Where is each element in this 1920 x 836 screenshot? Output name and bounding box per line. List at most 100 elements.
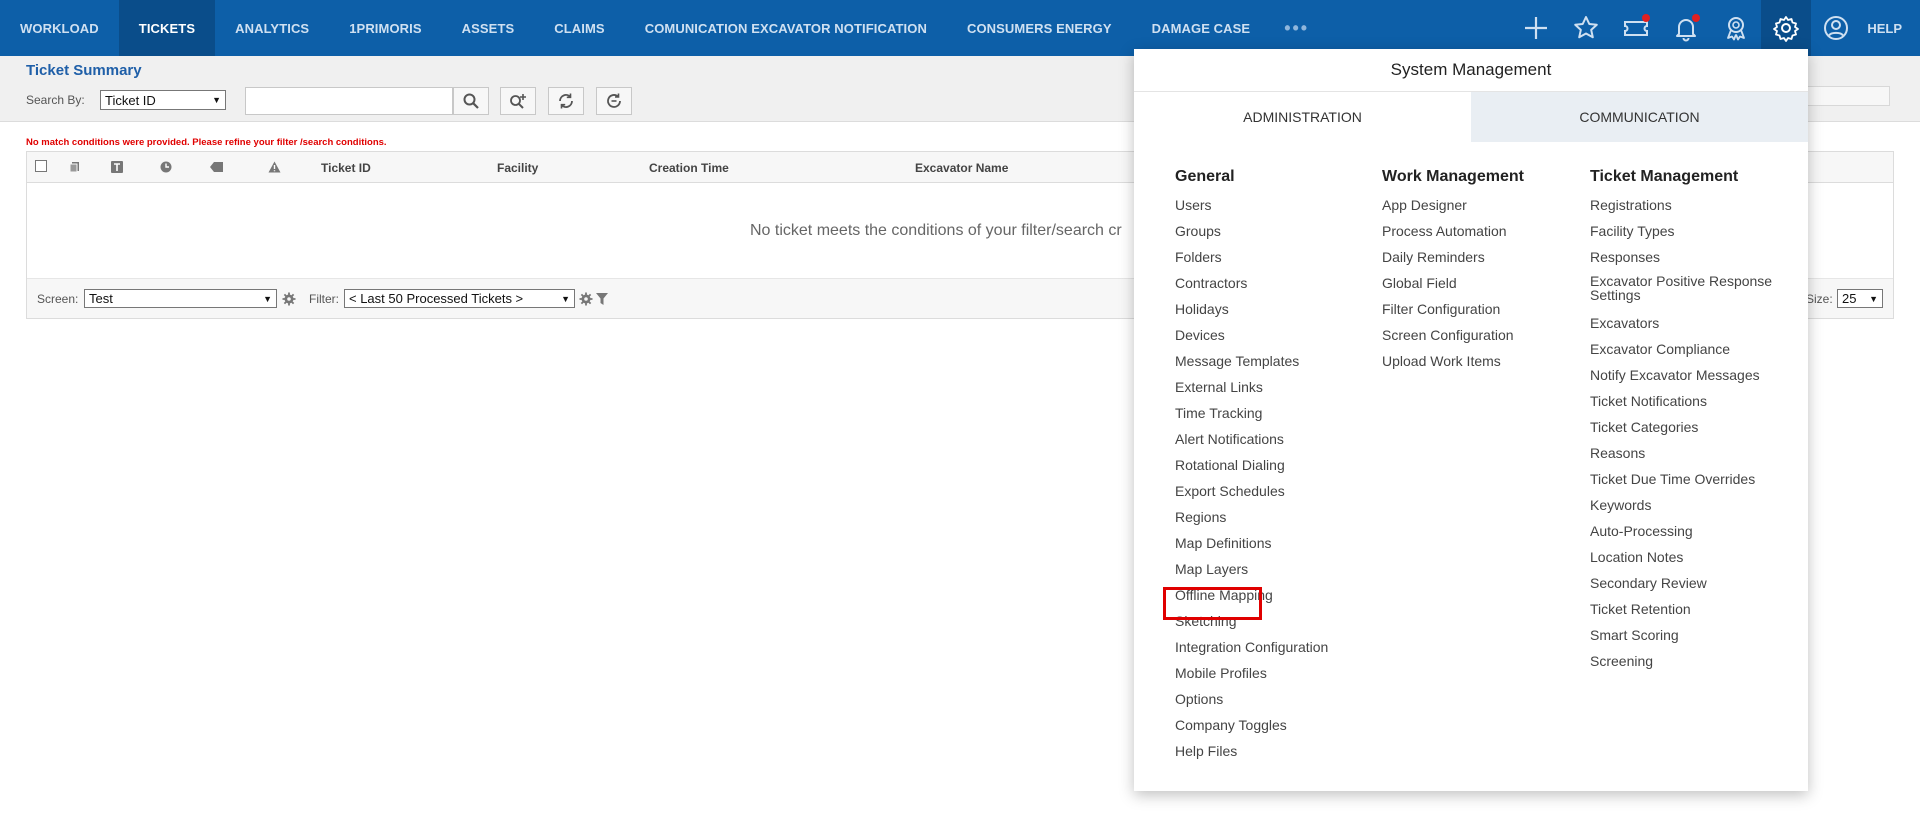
menu-item-external-links[interactable]: External Links: [1175, 378, 1328, 404]
ticket-management-column: Ticket Management Registrations Facility …: [1590, 168, 1780, 678]
menu-item-excavator-positive-response-settings[interactable]: Excavator Positive Response Settings: [1590, 274, 1780, 314]
system-management-menu: System Management ADMINISTRATION COMMUNI…: [1134, 49, 1808, 791]
tab-1primoris[interactable]: 1PRIMORIS: [329, 0, 441, 56]
menu-item-users[interactable]: Users: [1175, 196, 1328, 222]
menu-item-upload-work-items[interactable]: Upload Work Items: [1382, 352, 1524, 378]
search-by-value: Ticket ID: [105, 92, 156, 108]
menu-item-map-layers[interactable]: Map Layers: [1175, 560, 1328, 586]
page-size-select[interactable]: 25 ▼: [1837, 289, 1883, 308]
tab-claims[interactable]: CLAIMS: [534, 0, 624, 56]
menu-item-daily-reminders[interactable]: Daily Reminders: [1382, 248, 1524, 274]
menu-item-reasons[interactable]: Reasons: [1590, 444, 1780, 470]
view-select[interactable]: [1805, 86, 1890, 106]
award-icon[interactable]: [1711, 0, 1761, 56]
search-button[interactable]: [453, 87, 489, 115]
more-tabs-button[interactable]: •••: [1270, 0, 1323, 56]
menu-item-regions[interactable]: Regions: [1175, 508, 1328, 534]
tab-consumers-energy[interactable]: CONSUMERS ENERGY: [947, 0, 1132, 56]
chevron-down-icon: ▼: [263, 293, 272, 304]
select-all-checkbox[interactable]: [35, 160, 47, 172]
tab-tickets[interactable]: TICKETS: [118, 0, 216, 56]
advanced-search-button[interactable]: [500, 87, 536, 115]
menu-item-mobile-profiles[interactable]: Mobile Profiles: [1175, 664, 1328, 690]
warning-icon: [268, 161, 281, 173]
menu-item-notify-excavator-messages[interactable]: Notify Excavator Messages: [1590, 366, 1780, 392]
menu-item-ticket-notifications[interactable]: Ticket Notifications: [1590, 392, 1780, 418]
reset-button[interactable]: [596, 87, 632, 115]
user-circle-icon[interactable]: [1811, 0, 1861, 56]
menu-item-rotational-dialing[interactable]: Rotational Dialing: [1175, 456, 1328, 482]
menu-item-ticket-due-time-overrides[interactable]: Ticket Due Time Overrides: [1590, 470, 1780, 496]
tab-damage-case[interactable]: DAMAGE CASE: [1132, 0, 1271, 56]
star-icon[interactable]: [1561, 0, 1611, 56]
tab-communication[interactable]: COMMUNICATION: [1471, 92, 1808, 142]
menu-item-ticket-categories[interactable]: Ticket Categories: [1590, 418, 1780, 444]
search-by-select[interactable]: Ticket ID ▼: [100, 90, 226, 110]
menu-item-devices[interactable]: Devices: [1175, 326, 1328, 352]
filter-pin-icon[interactable]: [595, 292, 609, 306]
filter-settings-icon[interactable]: [579, 292, 593, 306]
menu-item-options[interactable]: Options: [1175, 690, 1328, 716]
menu-item-alert-notifications[interactable]: Alert Notifications: [1175, 430, 1328, 456]
menu-item-filter-configuration[interactable]: Filter Configuration: [1382, 300, 1524, 326]
menu-item-secondary-review[interactable]: Secondary Review: [1590, 574, 1780, 600]
column-header-excavator-name[interactable]: Excavator Name: [915, 161, 1008, 175]
menu-item-excavator-compliance[interactable]: Excavator Compliance: [1590, 340, 1780, 366]
menu-item-export-schedules[interactable]: Export Schedules: [1175, 482, 1328, 508]
menu-item-holidays[interactable]: Holidays: [1175, 300, 1328, 326]
menu-item-help-files[interactable]: Help Files: [1175, 742, 1328, 768]
help-link[interactable]: HELP: [1861, 0, 1920, 56]
menu-item-ticket-retention[interactable]: Ticket Retention: [1590, 600, 1780, 626]
nav-actions: HELP: [1511, 0, 1920, 56]
menu-item-registrations[interactable]: Registrations: [1590, 196, 1780, 222]
tab-assets[interactable]: ASSETS: [442, 0, 535, 56]
tab-administration[interactable]: ADMINISTRATION: [1134, 92, 1471, 142]
menu-item-groups[interactable]: Groups: [1175, 222, 1328, 248]
menu-item-facility-types[interactable]: Facility Types: [1590, 222, 1780, 248]
gear-icon[interactable]: [1761, 0, 1812, 56]
work-management-column: Work Management App Designer Process Auto…: [1382, 168, 1524, 378]
system-management-tabs: ADMINISTRATION COMMUNICATION: [1134, 92, 1808, 142]
menu-item-folders[interactable]: Folders: [1175, 248, 1328, 274]
top-navigation-bar: WORKLOAD TICKETS ANALYTICS 1PRIMORIS ASS…: [0, 0, 1920, 56]
page-size-value: 25: [1842, 291, 1857, 306]
menu-item-integration-configuration[interactable]: Integration Configuration: [1175, 638, 1328, 664]
screen-settings-icon[interactable]: [282, 292, 296, 306]
menu-item-responses[interactable]: Responses: [1590, 248, 1780, 274]
menu-item-keywords[interactable]: Keywords: [1590, 496, 1780, 522]
menu-item-location-notes[interactable]: Location Notes: [1590, 548, 1780, 574]
ticket-icon[interactable]: [1611, 0, 1661, 56]
menu-item-screening[interactable]: Screening: [1590, 652, 1780, 678]
highlight-box: [1163, 587, 1262, 620]
filter-select[interactable]: < Last 50 Processed Tickets > ▼: [344, 289, 575, 308]
column-header-creation-time[interactable]: Creation Time: [649, 161, 729, 175]
plus-icon[interactable]: [1511, 0, 1561, 56]
refresh-button[interactable]: [548, 87, 584, 115]
chevron-down-icon: ▼: [561, 293, 570, 304]
screen-value: Test: [89, 291, 113, 306]
menu-item-contractors[interactable]: Contractors: [1175, 274, 1328, 300]
search-icon: [463, 93, 479, 109]
screen-select[interactable]: Test ▼: [84, 289, 277, 308]
tab-workload[interactable]: WORKLOAD: [0, 0, 119, 56]
menu-item-screen-configuration[interactable]: Screen Configuration: [1382, 326, 1524, 352]
tag-icon: [210, 162, 223, 172]
menu-item-time-tracking[interactable]: Time Tracking: [1175, 404, 1328, 430]
page-size-label: Size:: [1806, 292, 1833, 306]
menu-item-auto-processing[interactable]: Auto-Processing: [1590, 522, 1780, 548]
column-header-facility[interactable]: Facility: [497, 161, 538, 175]
menu-item-excavators[interactable]: Excavators: [1590, 314, 1780, 340]
menu-item-smart-scoring[interactable]: Smart Scoring: [1590, 626, 1780, 652]
screen-label: Screen:: [37, 292, 79, 306]
menu-item-app-designer[interactable]: App Designer: [1382, 196, 1524, 222]
tab-comunication-excavator-notification[interactable]: COMUNICATION EXCAVATOR NOTIFICATION: [625, 0, 947, 56]
menu-item-process-automation[interactable]: Process Automation: [1382, 222, 1524, 248]
menu-item-message-templates[interactable]: Message Templates: [1175, 352, 1328, 378]
search-input[interactable]: [245, 87, 453, 115]
menu-item-map-definitions[interactable]: Map Definitions: [1175, 534, 1328, 560]
menu-item-company-toggles[interactable]: Company Toggles: [1175, 716, 1328, 742]
column-header-ticket-id[interactable]: Ticket ID: [321, 161, 371, 175]
tab-analytics[interactable]: ANALYTICS: [215, 0, 329, 56]
bell-icon[interactable]: [1661, 0, 1711, 56]
menu-item-global-field[interactable]: Global Field: [1382, 274, 1524, 300]
